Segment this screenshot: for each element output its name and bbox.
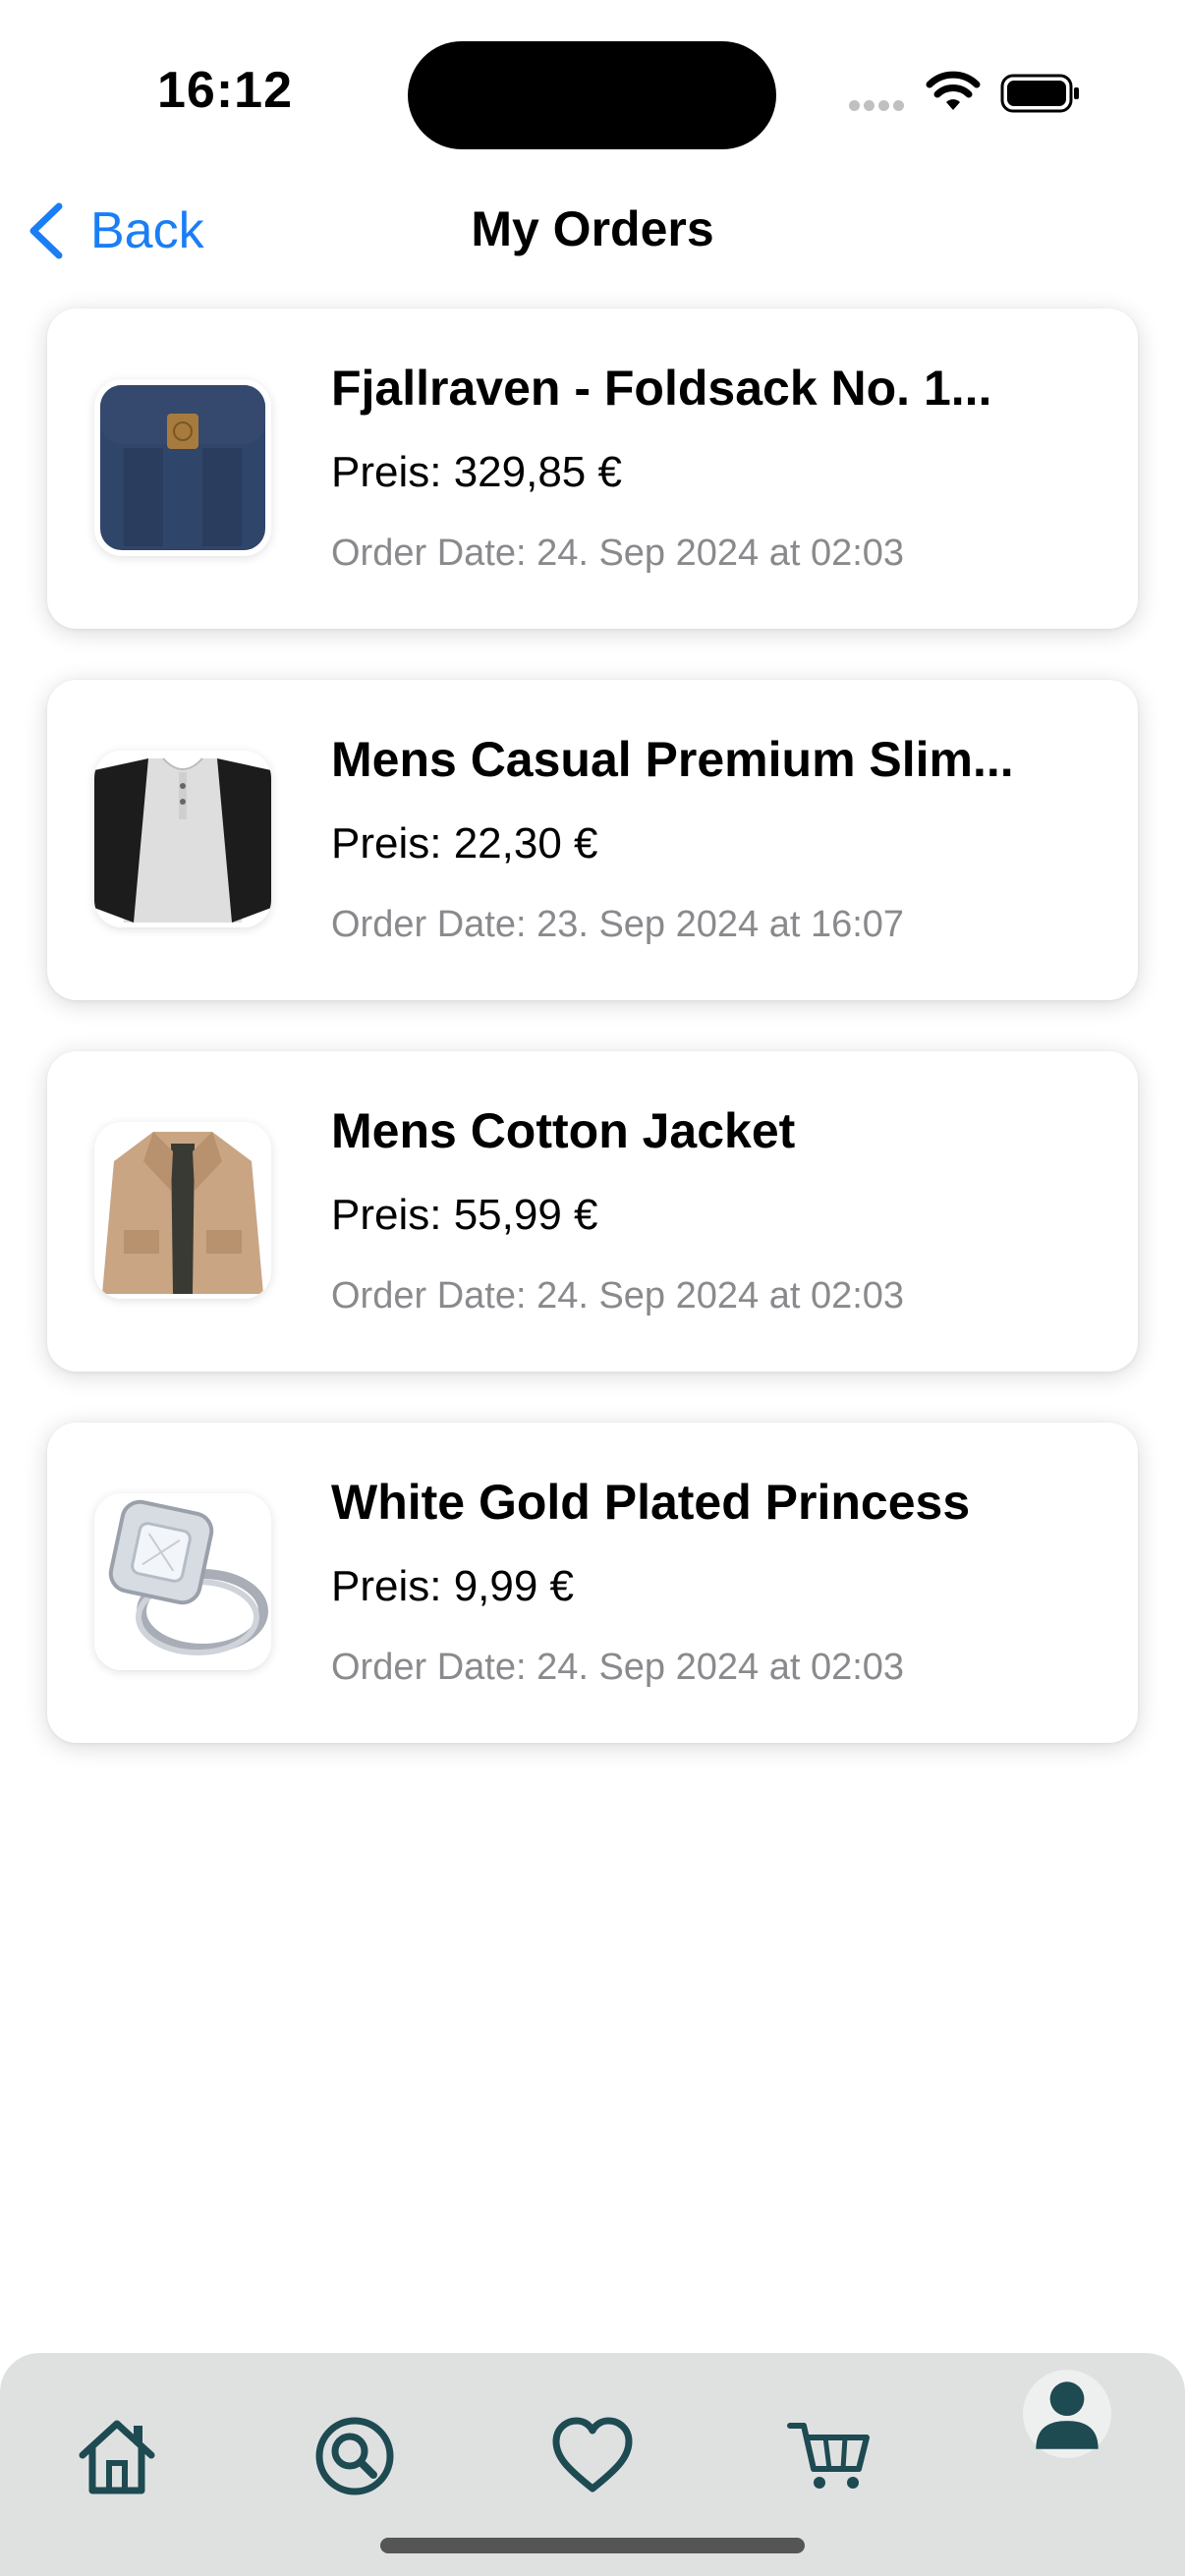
- order-card[interactable]: Fjallraven - Foldsack No. 1... Preis: 32…: [47, 308, 1138, 629]
- order-card[interactable]: Mens Cotton Jacket Preis: 55,99 € Order …: [47, 1051, 1138, 1372]
- cellular-signal-icon: [849, 98, 908, 116]
- order-price: Preis: 9,99 €: [331, 1562, 575, 1610]
- tab-favorites[interactable]: [548, 2412, 637, 2500]
- order-date: Order Date: 24. Sep 2024 at 02:03: [331, 1275, 905, 1316]
- order-date: Order Date: 23. Sep 2024 at 16:07: [331, 904, 905, 945]
- order-title: White Gold Plated Princess: [331, 1475, 971, 1530]
- cart-icon: [787, 2423, 870, 2489]
- order-date: Order Date: 24. Sep 2024 at 02:03: [331, 532, 905, 574]
- order-title: Fjallraven - Foldsack No. 1...: [331, 361, 992, 416]
- home-indicator: [380, 2538, 805, 2553]
- product-image-ring: [94, 1493, 271, 1670]
- order-date: Order Date: 24. Sep 2024 at 02:03: [331, 1647, 905, 1688]
- tab-home[interactable]: [73, 2412, 161, 2500]
- tab-profile[interactable]: [1022, 2369, 1112, 2459]
- status-time: 16:12: [157, 62, 293, 119]
- home-icon: [79, 2420, 155, 2494]
- profile-icon: [1023, 2370, 1111, 2458]
- order-card[interactable]: White Gold Plated Princess Preis: 9,99 €…: [47, 1423, 1138, 1743]
- orders-list: Fjallraven - Foldsack No. 1... Preis: 32…: [47, 308, 1138, 1794]
- order-price: Preis: 22,30 €: [331, 819, 598, 868]
- product-image-tshirt: [94, 751, 271, 927]
- tab-cart[interactable]: [786, 2412, 875, 2500]
- battery-icon: [1000, 74, 1079, 113]
- order-title: Mens Cotton Jacket: [331, 1103, 796, 1158]
- order-price: Preis: 329,85 €: [331, 448, 622, 496]
- search-icon: [315, 2417, 394, 2495]
- page-title: My Orders: [471, 201, 714, 256]
- order-card[interactable]: Mens Casual Premium Slim... Preis: 22,30…: [47, 680, 1138, 1000]
- dynamic-island: [408, 41, 776, 149]
- tab-search[interactable]: [310, 2412, 399, 2500]
- product-image-jacket: [94, 1122, 271, 1299]
- product-image-backpack: [94, 379, 271, 556]
- heart-icon: [552, 2417, 633, 2492]
- order-price: Preis: 55,99 €: [331, 1191, 598, 1239]
- wifi-icon: [926, 71, 981, 110]
- order-title: Mens Casual Premium Slim...: [331, 732, 1014, 787]
